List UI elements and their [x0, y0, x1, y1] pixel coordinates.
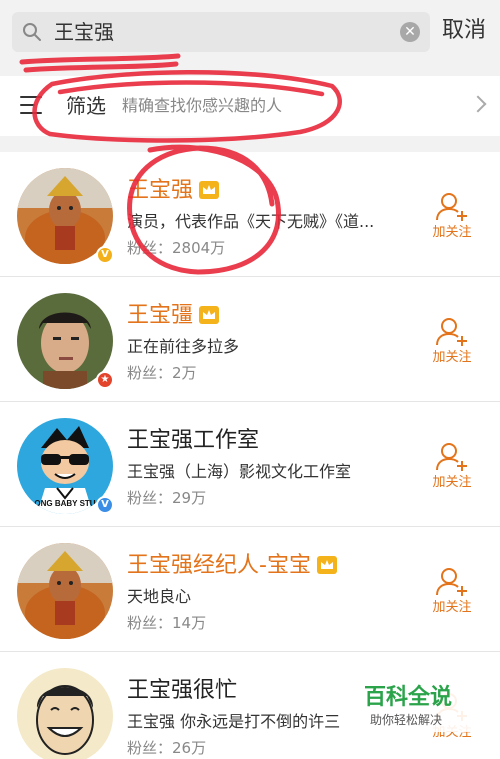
follow-label: 加关注: [432, 475, 472, 490]
avatar[interactable]: [17, 543, 113, 639]
user-result-row[interactable]: V 王宝强 演员，代表作品《天下无贼》《道... 粉丝：2804万 加关注: [0, 152, 500, 277]
follow-label: 加关注: [432, 600, 472, 615]
follow-button[interactable]: 加关注: [426, 442, 478, 492]
filter-label: 筛选: [66, 94, 106, 118]
follow-label: 加关注: [432, 225, 472, 240]
search-input[interactable]: 王宝强 ✕: [12, 12, 430, 52]
star-badge-icon: ★: [96, 371, 114, 389]
follow-button[interactable]: 加关注: [426, 317, 478, 367]
fans-count: 粉丝：2804万: [127, 239, 226, 257]
chevron-right-icon: [469, 95, 487, 113]
filter-row[interactable]: 筛选 精确查找你感兴趣的人: [0, 76, 500, 136]
user-name-text: 王宝彊: [127, 303, 194, 328]
user-description: 王宝强（上海）影视文化工作室: [127, 462, 352, 481]
user-description: 正在前往多拉多: [127, 337, 240, 356]
user-name[interactable]: 王宝强很忙: [127, 676, 237, 706]
search-bar: 王宝强 ✕ 取消: [0, 0, 500, 66]
user-description: 天地良心: [127, 587, 192, 606]
crown-icon: [316, 556, 337, 574]
fans-count: 粉丝：29万: [127, 489, 207, 507]
user-result-list: V 王宝强 演员，代表作品《天下无贼》《道... 粉丝：2804万 加关注 ★ …: [0, 152, 500, 759]
user-name-text: 王宝强: [127, 178, 194, 203]
user-description: 演员，代表作品《天下无贼》《道...: [127, 212, 375, 231]
fans-count: 粉丝：14万: [127, 614, 207, 632]
fans-count: 粉丝：26万: [127, 739, 207, 757]
watermark-title: 百科全说: [364, 685, 453, 710]
add-user-icon: [436, 318, 467, 346]
user-name[interactable]: 王宝彊: [127, 301, 220, 331]
follow-button[interactable]: 加关注: [426, 567, 478, 617]
add-user-icon: [436, 193, 467, 221]
watermark: 百科全说 助你轻松解决: [348, 682, 478, 732]
user-name[interactable]: 王宝强: [127, 176, 220, 206]
avatar[interactable]: [17, 668, 113, 759]
cancel-button[interactable]: 取消: [442, 16, 486, 46]
crown-icon: [199, 306, 220, 324]
crown-icon: [199, 181, 220, 199]
follow-label: 加关注: [432, 350, 472, 365]
user-result-row[interactable]: ★ 王宝彊 正在前往多拉多 粉丝：2万 加关注: [0, 277, 500, 402]
follow-button[interactable]: 加关注: [426, 192, 478, 242]
user-result-row[interactable]: 王宝强经纪人-宝宝 天地良心 粉丝：14万 加关注: [0, 527, 500, 652]
watermark-subtitle: 助你轻松解决: [370, 713, 443, 727]
user-name-text: 王宝强工作室: [127, 428, 260, 453]
avatar-text: ONG BABY STU: [34, 499, 95, 508]
user-description: 王宝强 你永远是打不倒的许三: [127, 712, 341, 731]
search-query: 王宝强: [54, 20, 114, 44]
verified-badge-icon: V: [96, 496, 114, 514]
fans-count: 粉丝：2万: [127, 364, 197, 382]
clear-icon[interactable]: ✕: [400, 22, 420, 42]
user-name-text: 王宝强很忙: [127, 678, 238, 703]
user-name[interactable]: 王宝强经纪人-宝宝: [127, 551, 337, 581]
add-user-icon: [436, 443, 467, 471]
user-name[interactable]: 王宝强工作室: [127, 426, 259, 456]
user-name-text: 王宝强经纪人-宝宝: [127, 553, 311, 578]
add-user-icon: [436, 568, 467, 596]
filter-menu-icon: [20, 94, 44, 116]
search-icon: [23, 23, 41, 41]
verified-badge-icon: V: [96, 246, 114, 264]
filter-hint: 精确查找你感兴趣的人: [122, 96, 283, 115]
user-result-row[interactable]: ONG BABY STU V 王宝强工作室 王宝强（上海）影视文化工作室 粉丝：…: [0, 402, 500, 527]
